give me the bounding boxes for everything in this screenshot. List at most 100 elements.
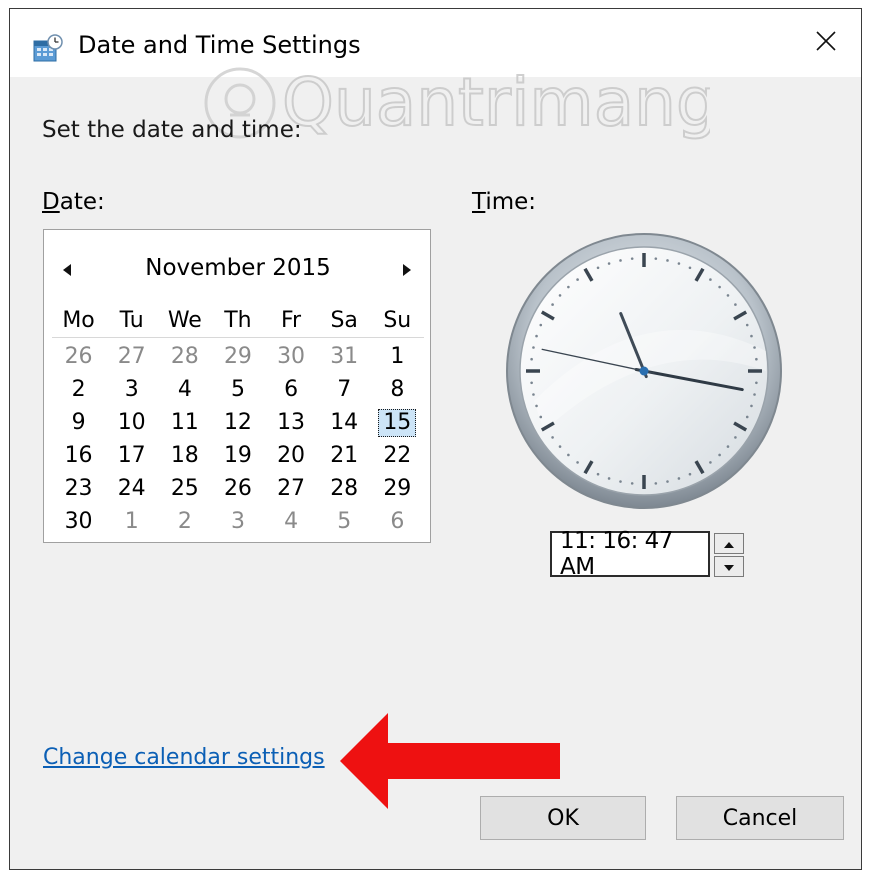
calendar-day[interactable]: 1 bbox=[105, 507, 158, 537]
calendar-day[interactable]: 29 bbox=[211, 342, 264, 372]
clock-center-hub bbox=[639, 366, 649, 376]
calendar-day[interactable]: 23 bbox=[52, 474, 105, 504]
calendar-week-row: 26 27 28 29 30 31 1 bbox=[52, 340, 424, 373]
clock-minute-dot bbox=[726, 294, 730, 297]
calendar-day[interactable]: 7 bbox=[318, 375, 371, 405]
date-time-dialog: Date and Time Settings Quantrimang Set t… bbox=[9, 8, 862, 870]
instruction-text: Set the date and time: bbox=[42, 117, 302, 143]
time-input[interactable]: 11: 16: 47 AM bbox=[550, 528, 710, 580]
calendar-day[interactable]: 6 bbox=[265, 375, 318, 405]
change-calendar-settings-link[interactable]: Change calendar settings bbox=[43, 745, 325, 770]
calendar-day[interactable]: 2 bbox=[158, 507, 211, 537]
analog-clock bbox=[506, 233, 782, 509]
calendar-day[interactable]: 19 bbox=[211, 441, 264, 471]
clock-minute-dot bbox=[654, 257, 658, 260]
time-spin-up-button[interactable] bbox=[714, 533, 744, 554]
calendar-day[interactable]: 9 bbox=[52, 408, 105, 438]
calendar-day[interactable]: 3 bbox=[105, 375, 158, 405]
time-spinner bbox=[714, 533, 744, 577]
clock-minute-dot bbox=[709, 278, 712, 281]
calendar-day[interactable]: 30 bbox=[265, 342, 318, 372]
ok-button[interactable]: OK bbox=[480, 796, 646, 840]
calendar-day[interactable]: 4 bbox=[158, 375, 211, 405]
calendar-day[interactable]: 14 bbox=[318, 408, 371, 438]
calendar-day[interactable]: 2 bbox=[52, 375, 105, 405]
weekday-header: Th bbox=[224, 307, 252, 333]
calendar-day[interactable]: 26 bbox=[52, 342, 105, 372]
clock-minute-dot bbox=[709, 461, 712, 464]
clock-minute-dot bbox=[530, 357, 533, 361]
clock-minute-dot bbox=[576, 461, 579, 464]
clock-minute-dot bbox=[734, 436, 737, 439]
calendar-day[interactable]: 12 bbox=[211, 408, 264, 438]
weekday-header: Su bbox=[383, 307, 412, 333]
calendar-day[interactable]: 1 bbox=[371, 342, 424, 372]
calendar-week-row: 23 24 25 26 27 28 29 bbox=[52, 472, 424, 505]
close-icon bbox=[815, 30, 837, 56]
calendar-month-title[interactable]: November 2015 bbox=[104, 255, 372, 281]
clock-minute-dot bbox=[718, 453, 721, 457]
spin-up-icon bbox=[723, 534, 735, 553]
calendar-day[interactable]: 27 bbox=[105, 342, 158, 372]
clock-minute-dot bbox=[535, 334, 538, 338]
calendar-prev-button[interactable] bbox=[54, 258, 80, 284]
calendar-day[interactable]: 24 bbox=[105, 474, 158, 504]
clock-minute-dot bbox=[596, 266, 600, 270]
clock-minute-dot bbox=[688, 266, 692, 270]
clock-minute-dot bbox=[551, 436, 554, 439]
calendar-day[interactable]: 13 bbox=[265, 408, 318, 438]
clock-minute-dot bbox=[726, 445, 730, 448]
calendar-week-row: 2 3 4 5 6 7 8 bbox=[52, 373, 424, 406]
selected-day-label: 15 bbox=[378, 408, 417, 437]
calendar-day[interactable]: 16 bbox=[52, 441, 105, 471]
clock-minute-dot bbox=[607, 262, 611, 265]
date-label: Date: bbox=[42, 189, 105, 215]
calendar-next-button[interactable] bbox=[394, 258, 420, 284]
cancel-button[interactable]: Cancel bbox=[676, 796, 844, 840]
date-label-rest: ate: bbox=[59, 189, 105, 215]
calendar-day[interactable]: 17 bbox=[105, 441, 158, 471]
clock-minute-dot bbox=[539, 323, 543, 327]
calendar-day[interactable]: 11 bbox=[158, 408, 211, 438]
time-label-rest: ime: bbox=[485, 189, 537, 215]
close-button[interactable] bbox=[791, 9, 861, 77]
calendar-day[interactable]: 29 bbox=[371, 474, 424, 504]
calendar-day[interactable]: 3 bbox=[211, 507, 264, 537]
clock-minute-dot bbox=[539, 415, 543, 419]
weekday-header: We bbox=[167, 307, 202, 333]
calendar-day[interactable]: 28 bbox=[158, 342, 211, 372]
triangle-left-icon bbox=[62, 262, 72, 281]
clock-minute-dot bbox=[619, 259, 622, 262]
calendar-day[interactable]: 21 bbox=[318, 441, 371, 471]
time-spin-down-button[interactable] bbox=[714, 556, 744, 577]
calendar-day[interactable]: 22 bbox=[371, 441, 424, 471]
calendar-day[interactable]: 20 bbox=[265, 441, 318, 471]
clock-minute-dot bbox=[630, 482, 634, 485]
clock-minute-dot bbox=[532, 346, 535, 349]
calendar-day[interactable]: 18 bbox=[158, 441, 211, 471]
calendar-day[interactable]: 10 bbox=[105, 408, 158, 438]
clock-minute-dot bbox=[551, 303, 554, 306]
clock-minute-dot bbox=[753, 393, 756, 396]
calendar-day[interactable]: 30 bbox=[52, 507, 105, 537]
clock-minute-dot bbox=[745, 323, 749, 327]
calendar-day[interactable]: 27 bbox=[265, 474, 318, 504]
calendar-day[interactable]: 26 bbox=[211, 474, 264, 504]
calendar-day[interactable]: 4 bbox=[265, 507, 318, 537]
clock-minute-dot bbox=[755, 381, 758, 385]
calendar-day[interactable]: 5 bbox=[211, 375, 264, 405]
red-arrow-annotation bbox=[340, 713, 560, 809]
clock-minute-dot bbox=[607, 477, 611, 480]
time-label-mnemonic: T bbox=[472, 189, 486, 215]
date-time-settings-icon bbox=[32, 33, 64, 65]
calendar-day-selected[interactable]: 15 bbox=[371, 408, 424, 438]
calendar-day[interactable]: 28 bbox=[318, 474, 371, 504]
clock-minute-dot bbox=[718, 285, 721, 289]
calendar-day[interactable]: 25 bbox=[158, 474, 211, 504]
calendar-day[interactable]: 6 bbox=[371, 507, 424, 537]
calendar-day[interactable]: 5 bbox=[318, 507, 371, 537]
clock-minute-dot bbox=[666, 259, 669, 262]
calendar-day[interactable]: 8 bbox=[371, 375, 424, 405]
calendar-day[interactable]: 31 bbox=[318, 342, 371, 372]
calendar-week-row: 30 1 2 3 4 5 6 bbox=[52, 505, 424, 538]
